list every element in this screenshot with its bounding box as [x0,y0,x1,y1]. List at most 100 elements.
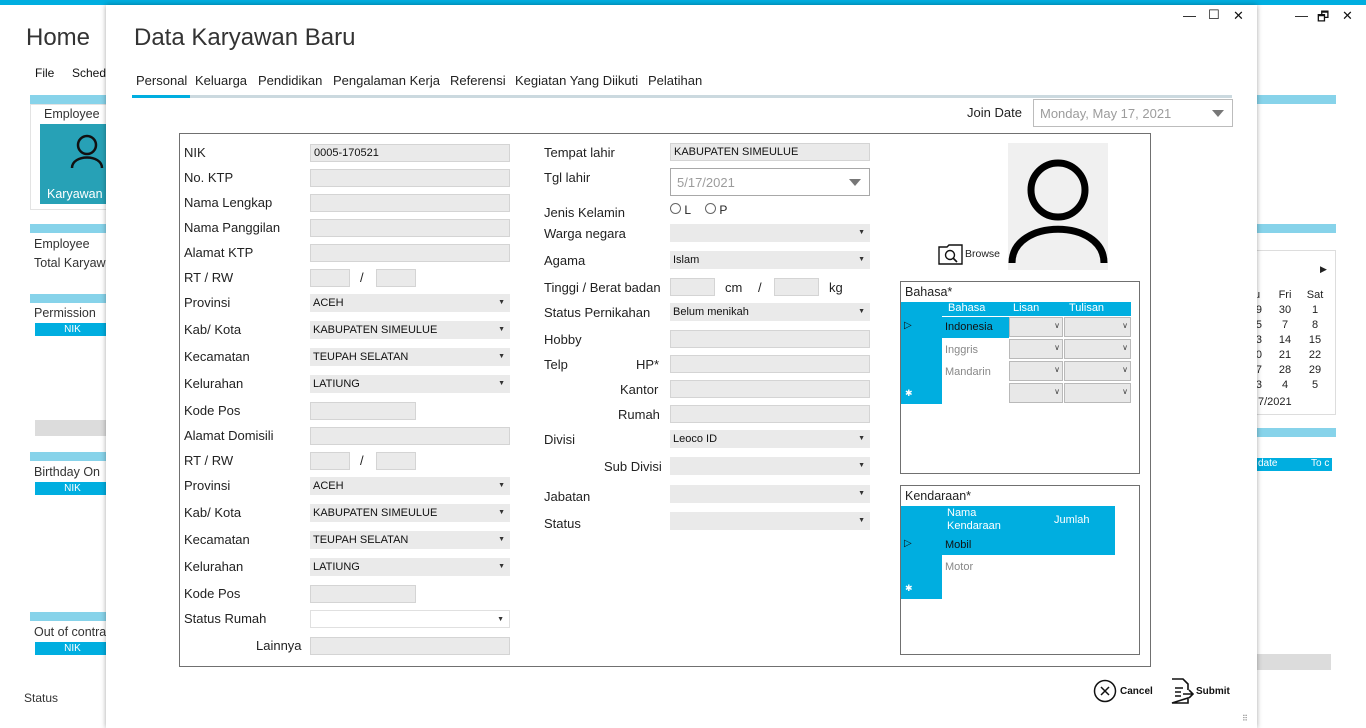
tulisan-cell-select[interactable]: ∨ [1064,339,1131,359]
kabkota-domisili-select[interactable]: KABUPATEN SIMEULUE ▼ [310,504,510,522]
rt-domisili-field[interactable] [310,452,350,470]
kelurahan-select[interactable]: LATIUNG ▼ [310,375,510,393]
tab-referensi[interactable]: Referensi [450,73,506,88]
lisan-cell-select[interactable]: ∨ [1009,339,1063,359]
nama-panggilan-field[interactable] [310,219,510,237]
kecamatan-select[interactable]: TEUPAH SELATAN ▼ [310,348,510,366]
submit-button[interactable]: Submit [1170,678,1230,704]
status-select[interactable]: ▼ [670,512,870,530]
kecamatan-domisili-select[interactable]: TEUPAH SELATAN ▼ [310,531,510,549]
lisan-cell-select[interactable]: ∨ [1009,361,1063,381]
subdivisi-select[interactable]: ▼ [670,457,870,475]
current-row-arrow-icon: ▷ [904,320,912,331]
status-label: Status [544,516,581,531]
bg-close-icon[interactable]: ✕ [1342,8,1353,24]
gender-l-radio[interactable]: L [670,203,691,217]
tab-keluarga[interactable]: Keluarga [195,73,247,88]
bg-status-label: Status [24,691,59,705]
dropdown-arrow-icon: ▼ [498,509,505,516]
calendar-date-cell[interactable]: 5 [1303,379,1327,391]
hobby-field[interactable] [670,330,870,348]
provinsi-select[interactable]: ACEH ▼ [310,294,510,312]
kendaraan-row-mobil[interactable]: Mobil [945,539,971,551]
warga-negara-select[interactable]: ▼ [670,224,870,242]
bg-scrollbar[interactable] [1257,654,1331,670]
nama-lengkap-field[interactable] [310,194,510,212]
cancel-icon [1093,679,1117,703]
calendar-date-cell[interactable]: 7 [1273,319,1297,331]
resize-grip-icon[interactable]: ⠿ [1242,714,1248,723]
calendar-date-cell[interactable]: 1 [1303,304,1327,316]
tulisan-cell-select[interactable]: ∨ [1064,361,1131,381]
lisan-cell-select[interactable]: ∨ [1009,383,1063,403]
photo-placeholder[interactable] [1008,143,1108,270]
calendar-date-cell[interactable]: 15 [1303,334,1327,346]
tgl-lahir-picker[interactable]: 5/17/2021 [670,168,870,196]
bahasa-row-mandarin[interactable]: Mandarin [945,366,991,378]
calendar-date-cell[interactable]: 8 [1303,319,1327,331]
lisan-cell-select[interactable]: ∨ [1009,317,1063,337]
jabatan-select[interactable]: ▼ [670,485,870,503]
bg-outofcontract-nik-col: NIK [35,642,110,655]
bg-scrollbar[interactable] [35,420,110,436]
browse-button[interactable]: Browse [938,243,1000,265]
calendar-date-cell[interactable]: 29 [1303,364,1327,376]
calendar-date-cell[interactable]: 30 [1273,304,1297,316]
tab-pendidikan[interactable]: Pendidikan [258,73,322,88]
hp-field[interactable] [670,355,870,373]
calendar-date-cell[interactable]: 21 [1273,349,1297,361]
tab-kegiatan[interactable]: Kegiatan Yang Diikuti [515,73,638,88]
rt-field[interactable] [310,269,350,287]
bg-restore-icon[interactable]: 🗗 [1317,8,1329,30]
provinsi-domisili-select[interactable]: ACEH ▼ [310,477,510,495]
maximize-icon[interactable]: ☐ [1208,7,1220,23]
minimize-icon[interactable]: — [1183,8,1196,23]
berat-field[interactable] [774,278,819,296]
rw-domisili-field[interactable] [376,452,416,470]
cancel-button[interactable]: Cancel [1093,679,1153,703]
subdivisi-label: Sub Divisi [604,459,662,474]
agama-select[interactable]: Islam ▼ [670,251,870,269]
lainnya-field[interactable] [310,637,510,655]
tab-pengalaman-kerja[interactable]: Pengalaman Kerja [333,73,440,88]
status-rumah-select[interactable]: ▼ [310,610,510,628]
divisi-select[interactable]: Leoco ID ▼ [670,430,870,448]
kabkota-select[interactable]: KABUPATEN SIMEULUE ▼ [310,321,510,339]
rw-field[interactable] [376,269,416,287]
bahasa-row-inggris[interactable]: Inggris [945,344,978,356]
calendar-date-cell[interactable]: 4 [1273,379,1297,391]
gender-p-radio[interactable]: P [705,203,727,217]
join-date-picker[interactable]: Monday, May 17, 2021 [1033,99,1233,127]
status-pernikahan-select[interactable]: Belum menikah ▼ [670,303,870,321]
tulisan-cell-select[interactable]: ∨ [1064,317,1131,337]
rumah-field[interactable] [670,405,870,423]
kelurahan-domisili-select[interactable]: LATIUNG ▼ [310,558,510,576]
calendar-date-cell[interactable]: 28 [1273,364,1297,376]
bg-karyawan-tile[interactable]: Karyawan [40,124,110,204]
kecamatan-domisili-label: Kecamatan [184,532,250,547]
dropdown-arrow-icon: ▼ [498,536,505,543]
alamat-ktp-field[interactable] [310,244,510,262]
dropdown-arrow-icon: ▼ [498,299,505,306]
kelurahan-domisili-value: LATIUNG [313,561,360,573]
kodepos-field[interactable] [310,402,416,420]
tempat-lahir-field[interactable]: KABUPATEN SIMEULUE [670,143,870,161]
calendar-date-cell[interactable]: 14 [1273,334,1297,346]
close-icon[interactable]: ✕ [1233,8,1244,24]
bg-minimize-icon[interactable]: — [1295,8,1308,23]
calendar-date-cell[interactable]: 22 [1303,349,1327,361]
calendar-next-icon[interactable]: ▶ [1320,264,1327,275]
ktp-field[interactable] [310,169,510,187]
kendaraan-row-motor[interactable]: Motor [945,561,973,573]
tulisan-cell-select[interactable]: ∨ [1064,383,1131,403]
tab-personal[interactable]: Personal [136,73,187,88]
tab-pelatihan[interactable]: Pelatihan [648,73,702,88]
alamat-domisili-field[interactable] [310,427,510,445]
tinggi-field[interactable] [670,278,715,296]
kantor-field[interactable] [670,380,870,398]
nik-field[interactable]: 0005-170521 [310,144,510,162]
bg-menu-file[interactable]: File [35,66,54,80]
kodepos-domisili-field[interactable] [310,585,416,603]
kecamatan-label: Kecamatan [184,349,250,364]
bahasa-row-indonesia[interactable]: Indonesia [945,321,993,333]
